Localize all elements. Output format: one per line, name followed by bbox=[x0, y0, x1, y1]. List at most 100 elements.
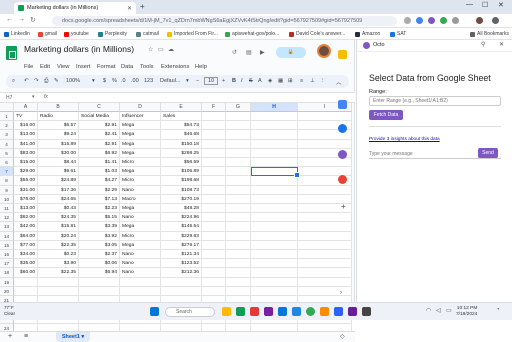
table-cell[interactable]: Social Media bbox=[79, 112, 120, 122]
table-cell[interactable]: Mega bbox=[120, 204, 161, 214]
row-header[interactable]: 24 bbox=[0, 323, 14, 331]
table-cell[interactable] bbox=[202, 121, 226, 131]
table-cell[interactable] bbox=[202, 139, 226, 149]
vscode-icon[interactable] bbox=[334, 307, 343, 316]
table-cell[interactable]: Influencer bbox=[120, 112, 161, 122]
table-cell[interactable]: $55.00 bbox=[14, 176, 38, 186]
table-cell[interactable]: $212.36 bbox=[161, 268, 202, 278]
table-cell[interactable] bbox=[14, 323, 38, 331]
row-header[interactable]: 14 bbox=[0, 231, 14, 241]
table-cell[interactable]: $15.81 bbox=[38, 222, 79, 232]
table-cell[interactable]: $224.96 bbox=[161, 213, 202, 223]
table-cell[interactable] bbox=[251, 250, 298, 260]
table-cell[interactable] bbox=[202, 112, 226, 122]
table-cell[interactable] bbox=[202, 286, 226, 296]
table-cell[interactable]: Micro bbox=[120, 158, 161, 168]
row-header[interactable]: 6 bbox=[0, 158, 14, 168]
table-cell[interactable] bbox=[226, 250, 251, 260]
table-cell[interactable] bbox=[226, 259, 251, 269]
cloud-status-icon[interactable]: ☁ bbox=[168, 46, 174, 53]
window-close-icon[interactable]: ✕ bbox=[498, 1, 504, 9]
table-cell[interactable]: $145.54 bbox=[161, 222, 202, 232]
table-cell[interactable]: $60.00 bbox=[14, 268, 38, 278]
table-cell[interactable]: Mega bbox=[120, 130, 161, 140]
table-cell[interactable] bbox=[226, 194, 251, 204]
fill-color-icon[interactable]: ◈ bbox=[268, 78, 272, 84]
app-icon[interactable] bbox=[320, 307, 329, 316]
table-cell[interactable] bbox=[202, 148, 226, 158]
table-cell[interactable] bbox=[202, 250, 226, 260]
table-cell[interactable]: Mega bbox=[120, 222, 161, 232]
table-cell[interactable]: Radio bbox=[38, 112, 79, 122]
table-cell[interactable]: $1.41 bbox=[79, 158, 120, 168]
column-header-e[interactable]: E bbox=[161, 103, 202, 112]
table-cell[interactable] bbox=[251, 240, 298, 250]
row-header[interactable]: 11 bbox=[0, 204, 14, 214]
formula-input[interactable] bbox=[56, 93, 351, 102]
explore-icon[interactable]: ◇ bbox=[340, 333, 345, 340]
table-cell[interactable] bbox=[251, 139, 298, 149]
table-cell[interactable] bbox=[120, 323, 161, 331]
increase-decimal-button[interactable]: .00 bbox=[131, 78, 139, 84]
table-cell[interactable]: $20.24 bbox=[38, 231, 79, 241]
row-header[interactable]: 3 bbox=[0, 130, 14, 140]
app-icon[interactable] bbox=[250, 307, 259, 316]
table-cell[interactable] bbox=[202, 185, 226, 195]
avatar[interactable] bbox=[317, 44, 331, 58]
row-header[interactable]: 4 bbox=[0, 139, 14, 149]
table-cell[interactable] bbox=[251, 148, 298, 158]
bookmark-catmail[interactable]: catmail bbox=[136, 31, 159, 37]
pin-icon[interactable]: ⚲ bbox=[481, 41, 485, 48]
text-color-icon[interactable]: A bbox=[258, 78, 262, 84]
table-cell[interactable]: $31.00 bbox=[14, 185, 38, 195]
table-cell[interactable] bbox=[161, 286, 202, 296]
table-cell[interactable] bbox=[226, 130, 251, 140]
table-cell[interactable] bbox=[226, 148, 251, 158]
italic-icon[interactable]: I bbox=[241, 78, 243, 84]
edge-icon[interactable] bbox=[278, 307, 287, 316]
align-left-icon[interactable]: ≡ bbox=[300, 78, 303, 84]
reload-icon[interactable]: ↻ bbox=[30, 16, 36, 24]
table-cell[interactable]: Nano bbox=[120, 259, 161, 269]
bookmark-imported[interactable]: Imported From Fir... bbox=[167, 31, 218, 37]
row-header[interactable]: 9 bbox=[0, 185, 14, 195]
column-header-d[interactable]: D bbox=[120, 103, 161, 112]
table-cell[interactable]: $3.05 bbox=[79, 240, 120, 250]
video-call-icon[interactable]: ▶ bbox=[260, 49, 265, 56]
table-cell[interactable]: $48.28 bbox=[161, 204, 202, 214]
maps-icon[interactable] bbox=[338, 175, 347, 184]
currency-format-button[interactable]: $ bbox=[103, 78, 106, 84]
octo-extension-icon[interactable] bbox=[428, 17, 435, 24]
taskbar-clock[interactable]: 10:12 PM 7/18/2024 bbox=[456, 306, 477, 318]
font-size-increase-icon[interactable]: + bbox=[222, 78, 225, 84]
table-cell[interactable]: $150.18 bbox=[161, 139, 202, 149]
strikethrough-icon[interactable]: S bbox=[249, 78, 253, 84]
table-cell[interactable] bbox=[38, 286, 79, 296]
table-cell[interactable]: $17.36 bbox=[38, 185, 79, 195]
table-cell[interactable] bbox=[251, 213, 298, 223]
row-header[interactable]: 20 bbox=[0, 286, 14, 296]
table-cell[interactable] bbox=[202, 259, 226, 269]
row-header[interactable]: 1 bbox=[0, 112, 14, 122]
tasks-icon[interactable] bbox=[338, 124, 347, 133]
table-cell[interactable] bbox=[226, 158, 251, 168]
table-cell[interactable]: $15.00 bbox=[14, 158, 38, 168]
range-input[interactable] bbox=[369, 96, 501, 106]
bookmark-youtube[interactable]: youtube bbox=[64, 31, 89, 37]
table-cell[interactable]: $298.25 bbox=[161, 148, 202, 158]
table-cell[interactable] bbox=[202, 277, 226, 287]
insights-link[interactable]: Provide 3 insights about this data bbox=[369, 137, 440, 142]
table-cell[interactable] bbox=[226, 112, 251, 122]
table-cell[interactable] bbox=[251, 231, 298, 241]
table-cell[interactable]: $270.19 bbox=[161, 194, 202, 204]
column-header-c[interactable]: C bbox=[79, 103, 120, 112]
new-tab-icon[interactable]: + bbox=[140, 2, 145, 11]
column-header-h[interactable]: H bbox=[251, 103, 298, 112]
table-cell[interactable] bbox=[202, 213, 226, 223]
app-icon[interactable] bbox=[292, 307, 301, 316]
table-cell[interactable] bbox=[251, 130, 298, 140]
volume-icon[interactable]: ◁ bbox=[436, 307, 441, 314]
octo-icon[interactable] bbox=[338, 150, 347, 159]
table-cell[interactable] bbox=[79, 277, 120, 287]
table-cell[interactable] bbox=[251, 158, 298, 168]
